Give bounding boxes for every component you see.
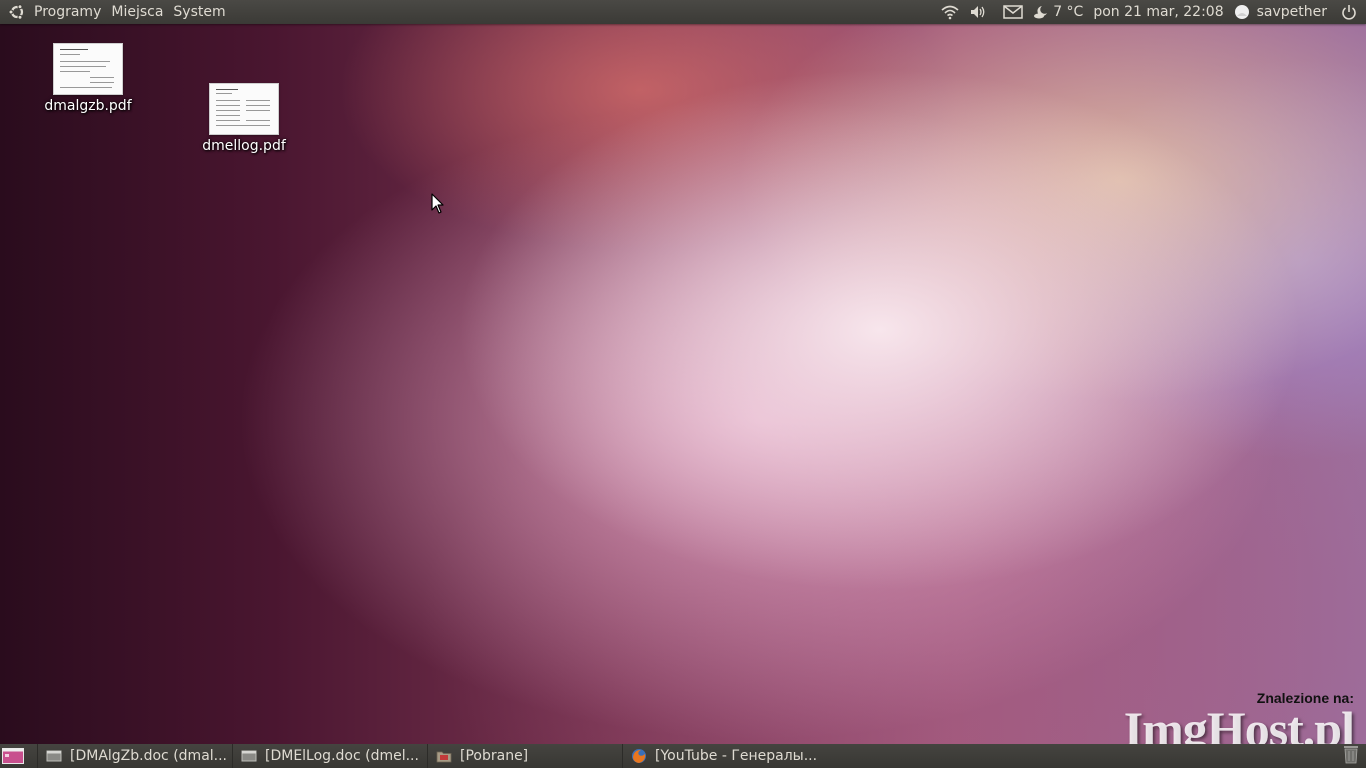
wifi-icon[interactable]: [941, 4, 959, 20]
desktop-file-dmalgzb[interactable]: dmalgzb.pdf: [33, 43, 143, 114]
folder-icon: [436, 751, 452, 763]
task-dmalgzb-doc[interactable]: [DMAlgZb.doc (dmal...: [37, 744, 232, 768]
menu-miejsca[interactable]: Miejsca: [111, 4, 163, 20]
task-dmellog-doc[interactable]: [DMElLog.doc (dmel...: [232, 744, 427, 768]
task-label: [Pobrane]: [460, 748, 529, 764]
task-label: [DMAlgZb.doc (dmal...: [70, 748, 228, 764]
task-youtube-firefox[interactable]: [YouTube - Генералы...: [622, 744, 816, 768]
weather-night-icon: [1034, 6, 1048, 19]
firefox-icon: [632, 749, 646, 763]
show-desktop-icon: [2, 748, 24, 764]
task-label: [DMElLog.doc (dmel...: [265, 748, 419, 764]
window-icon: [46, 750, 62, 762]
ubuntu-logo-icon[interactable]: [8, 3, 26, 21]
trash-icon[interactable]: [1342, 744, 1360, 768]
clock[interactable]: pon 21 mar, 22:08: [1093, 4, 1223, 20]
desktop-screen: Programy Miejsca System 7 °C pon 21 mar,…: [0, 0, 1366, 768]
desktop-file-dmellog[interactable]: dmellog.pdf: [189, 83, 299, 154]
bottom-panel: [DMAlgZb.doc (dmal... [DMElLog.doc (dmel…: [0, 744, 1366, 768]
task-label: [YouTube - Генералы...: [655, 748, 816, 764]
mail-icon[interactable]: [1003, 5, 1023, 19]
desktop-file-label: dmalgzb.pdf: [44, 98, 132, 114]
desktop-file-label: dmellog.pdf: [202, 138, 286, 154]
system-tray: 7 °C pon 21 mar, 22:08 savpether: [941, 0, 1366, 24]
show-desktop-button[interactable]: [1, 745, 25, 767]
top-panel: Programy Miejsca System 7 °C pon 21 mar,…: [0, 0, 1366, 24]
window-icon: [241, 750, 257, 762]
volume-icon[interactable]: [969, 4, 987, 20]
weather-temperature: 7 °C: [1053, 4, 1084, 20]
user-status-icon: [1234, 5, 1249, 19]
pdf-thumbnail-icon: [53, 43, 123, 95]
user-name: savpether: [1256, 4, 1327, 20]
menu-programy[interactable]: Programy: [34, 4, 101, 20]
main-menu: Programy Miejsca System: [0, 0, 236, 24]
mouse-pointer-icon: [431, 193, 445, 219]
power-icon[interactable]: [1341, 4, 1357, 20]
task-pobrane-folder[interactable]: [Pobrane]: [427, 744, 622, 768]
user-indicator[interactable]: savpether: [1234, 4, 1327, 20]
menu-system[interactable]: System: [173, 4, 225, 20]
pdf-thumbnail-icon: [209, 83, 279, 135]
weather-indicator[interactable]: 7 °C: [1033, 4, 1083, 20]
